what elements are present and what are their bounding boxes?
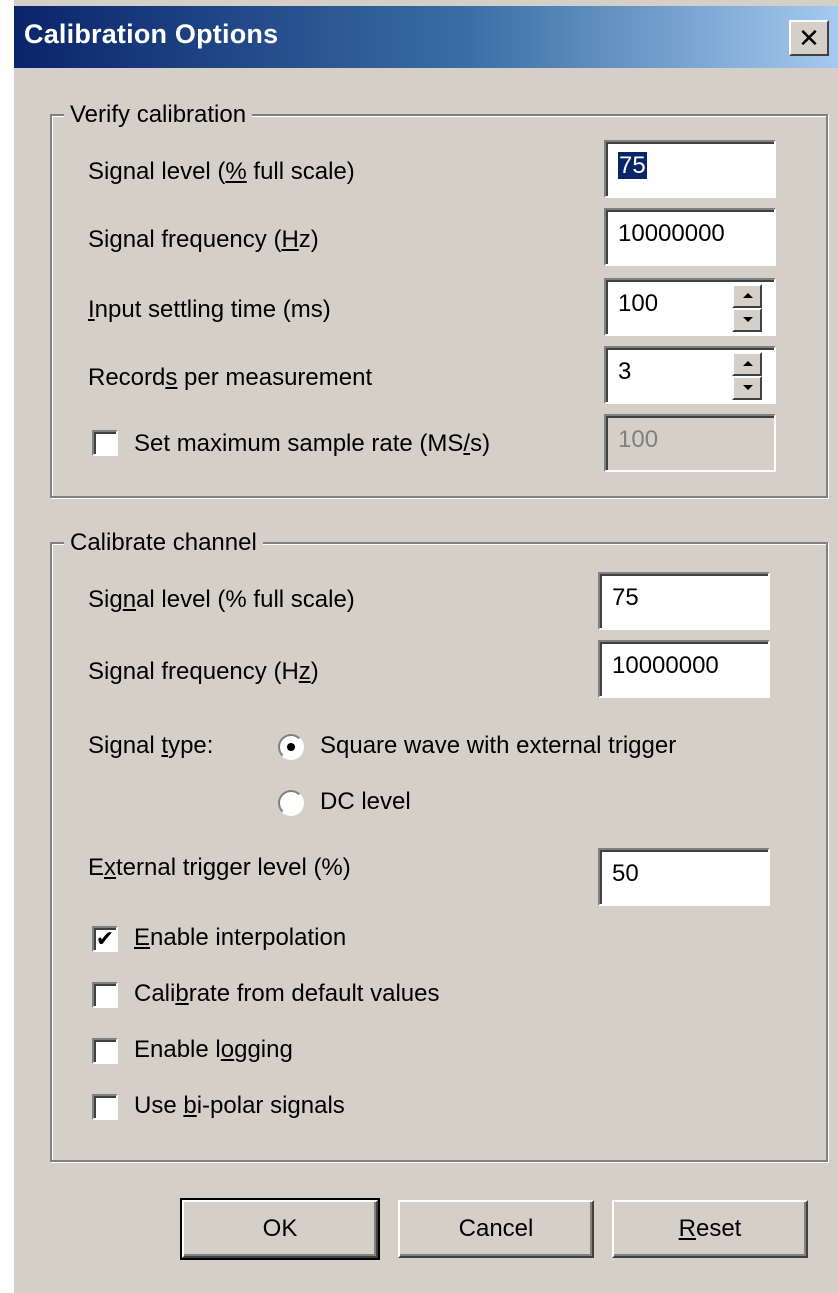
- ok-button[interactable]: OK: [180, 1198, 380, 1260]
- arrow-up-icon: [743, 361, 753, 366]
- verify-signal-frequency-input[interactable]: 10000000: [604, 208, 776, 266]
- checkmark-icon: ✔: [95, 926, 115, 951]
- interpolation-label[interactable]: Enable interpolation: [134, 922, 346, 954]
- settling-time-label: Input settling time (ms): [88, 296, 331, 323]
- arrow-down-icon: [743, 385, 753, 390]
- calibrate-signal-level-label: Signal level (% full scale): [88, 586, 355, 613]
- calibration-options-dialog: Calibration Options ✕ Verify calibration…: [12, 0, 838, 1293]
- close-button[interactable]: ✕: [789, 20, 829, 56]
- signal-type-label: Signal type:: [88, 732, 214, 759]
- max-sample-rate-checkbox[interactable]: [92, 430, 118, 456]
- window-title: Calibration Options: [24, 19, 279, 49]
- title-bar[interactable]: Calibration Options ✕: [14, 6, 838, 68]
- arrow-up-icon: [743, 293, 753, 298]
- dc-level-label[interactable]: DC level: [320, 786, 411, 818]
- logging-label[interactable]: Enable logging: [134, 1034, 293, 1066]
- verify-signal-frequency-label: Signal frequency (Hz): [88, 226, 319, 253]
- logging-checkbox[interactable]: [92, 1038, 118, 1064]
- trigger-level-label: External trigger level (%): [88, 854, 351, 881]
- calibrate-signal-level-input[interactable]: 75: [598, 572, 770, 630]
- max-sample-rate-label[interactable]: Set maximum sample rate (MS/s): [134, 428, 490, 460]
- default-values-label[interactable]: Calibrate from default values: [134, 978, 440, 1010]
- verify-signal-level-input[interactable]: 75: [604, 140, 776, 198]
- square-wave-label[interactable]: Square wave with external trigger: [320, 730, 676, 762]
- calibrate-signal-frequency-input[interactable]: 10000000: [598, 640, 770, 698]
- dc-level-radio[interactable]: [278, 790, 304, 816]
- verify-calibration-legend: Verify calibration: [64, 100, 253, 130]
- settling-time-spinner[interactable]: [732, 284, 762, 332]
- arrow-down-icon: [743, 317, 753, 322]
- settling-time-down-button[interactable]: [732, 308, 762, 332]
- records-up-button[interactable]: [732, 352, 762, 376]
- radio-selected-dot: [287, 743, 295, 751]
- records-label: Records per measurement: [88, 364, 373, 391]
- records-spinner[interactable]: [732, 352, 762, 400]
- max-sample-rate-input: 100: [604, 414, 776, 472]
- records-down-button[interactable]: [732, 376, 762, 400]
- calibrate-channel-legend: Calibrate channel: [64, 528, 263, 558]
- bipolar-checkbox[interactable]: [92, 1094, 118, 1120]
- cancel-button[interactable]: Cancel: [398, 1200, 594, 1258]
- close-icon: ✕: [798, 22, 820, 53]
- settling-time-up-button[interactable]: [732, 284, 762, 308]
- verify-signal-level-label: Signal level (% full scale): [88, 158, 355, 185]
- bipolar-label[interactable]: Use bi-polar signals: [134, 1090, 345, 1122]
- square-wave-radio[interactable]: [278, 734, 304, 760]
- default-values-checkbox[interactable]: [92, 982, 118, 1008]
- reset-button[interactable]: Reset: [612, 1200, 808, 1258]
- trigger-level-input[interactable]: 50: [598, 848, 770, 906]
- interpolation-checkbox[interactable]: ✔: [92, 926, 118, 952]
- calibrate-signal-frequency-label: Signal frequency (Hz): [88, 658, 319, 685]
